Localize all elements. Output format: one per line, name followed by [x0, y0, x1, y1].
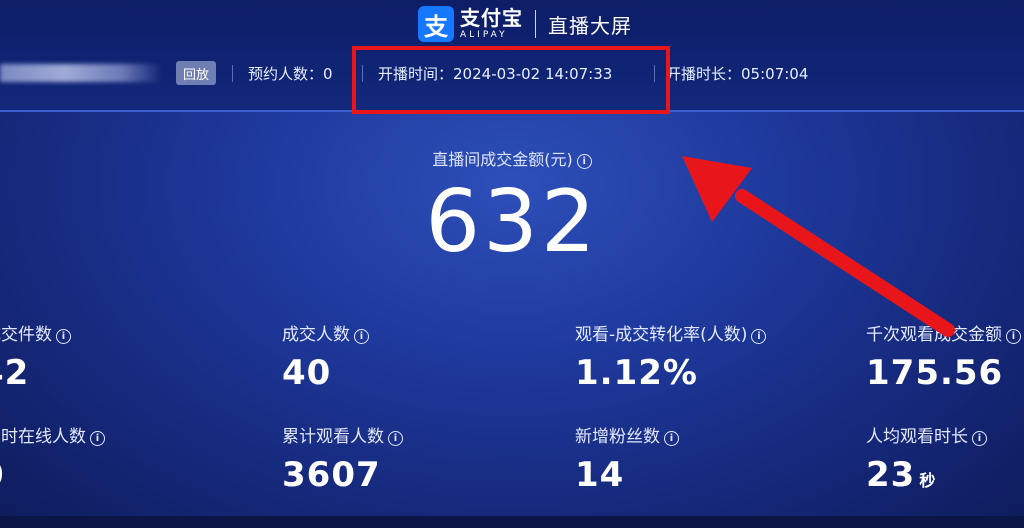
- bottom-strip: [0, 516, 1024, 528]
- annotation-arrow-icon: [682, 156, 955, 337]
